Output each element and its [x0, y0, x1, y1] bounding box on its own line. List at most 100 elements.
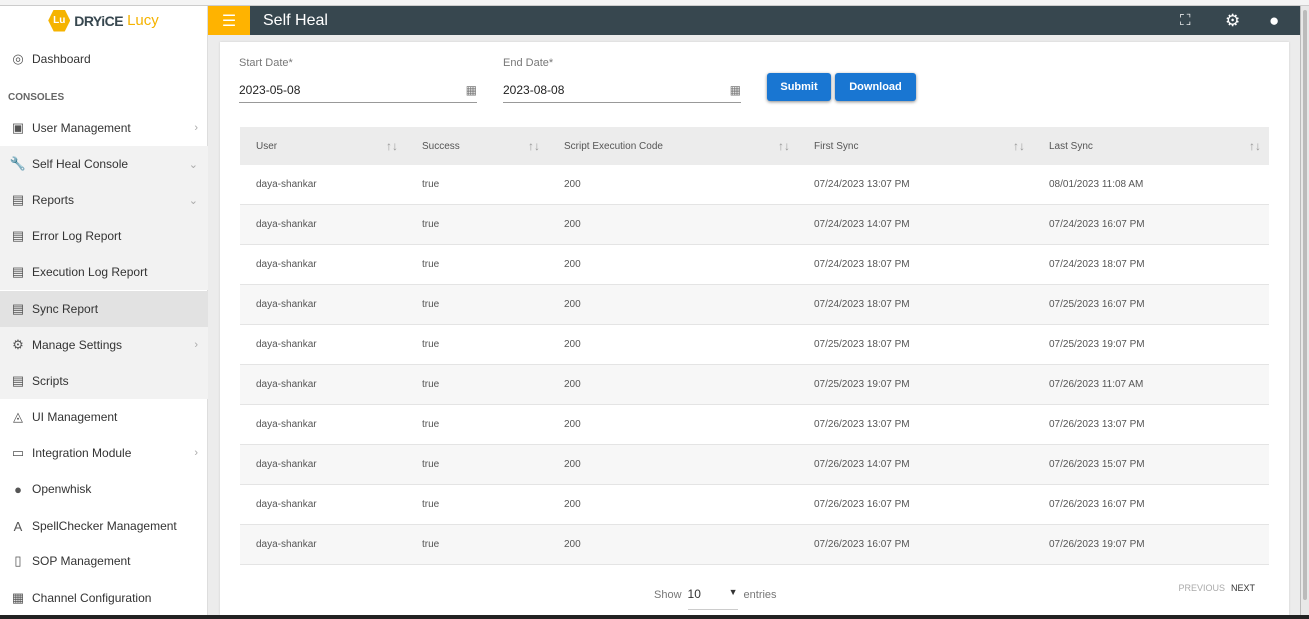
sync-report-table: User ↑↓ Success ↑↓ Script Execution Code ↑↓ Fi…	[240, 127, 1269, 565]
table-row: daya-shankar true 200 07/26/2023 16:07 PM 07…	[240, 485, 1269, 525]
table-cell: 07/25/2023 16:07 PM	[1049, 299, 1145, 310]
user-management-icon: ▣	[11, 120, 25, 135]
start-date-input[interactable]: 2023-05-08	[239, 83, 300, 102]
sort-icon[interactable]: ↑↓	[1013, 139, 1025, 153]
scrollbar[interactable]	[1300, 6, 1309, 615]
table-cell: 07/26/2023 13:07 PM	[814, 419, 910, 430]
sidebar-item-error-log-report[interactable]: ▤ Error Log Report	[0, 218, 208, 254]
end-date-field[interactable]: End Date* 2023-08-08 ▦	[503, 57, 741, 103]
table-row: daya-shankar true 200 07/25/2023 18:07 PM 07…	[240, 325, 1269, 365]
sidebar-item-sop-management[interactable]: ▯ SOP Management	[0, 543, 208, 579]
error-log-report-icon: ▤	[11, 228, 25, 243]
sidebar-item-dashboard[interactable]: ◎ Dashboard	[0, 41, 208, 77]
column-header[interactable]: First Sync ↑↓	[798, 127, 1033, 165]
table-cell: 07/25/2023 19:07 PM	[1049, 339, 1145, 350]
end-date-input[interactable]: 2023-08-08	[503, 83, 564, 102]
table-cell: daya-shankar	[256, 259, 317, 270]
table-cell: 200	[564, 539, 581, 550]
self-heal-console-icon: 🔧	[9, 156, 27, 171]
table-cell: 07/26/2023 16:07 PM	[1049, 499, 1145, 510]
sidebar-item-label: Self Heal Console	[32, 157, 129, 171]
column-header[interactable]: Success ↑↓	[406, 127, 548, 165]
logo-product: Lucy	[127, 12, 159, 29]
chevron-icon: ›	[194, 339, 198, 351]
sidebar-item-ui-management[interactable]: ◬ UI Management	[0, 399, 208, 435]
top-bar: ☰ Self Heal ⛶ ⚙ ●	[208, 6, 1300, 35]
pagination: PREVIOUS NEXT	[1178, 583, 1255, 593]
table-row: daya-shankar true 200 07/24/2023 18:07 PM 07…	[240, 285, 1269, 325]
sidebar-item-integration-module[interactable]: ▭ Integration Module ›	[0, 435, 208, 471]
sop-management-icon: ▯	[14, 553, 22, 568]
previous-button[interactable]: PREVIOUS	[1178, 583, 1225, 593]
page-title: Self Heal	[263, 12, 328, 29]
logo-brand: DRYiCE	[74, 12, 124, 29]
chevron-icon: ›	[194, 122, 198, 134]
sidebar-item-scripts[interactable]: ▤ Scripts	[0, 363, 208, 399]
table-cell: daya-shankar	[256, 219, 317, 230]
column-header-label: Script Execution Code	[564, 140, 663, 152]
menu-icon[interactable]: ☰	[208, 6, 250, 35]
sidebar-item-spellchecker-management[interactable]: A SpellChecker Management	[0, 508, 208, 544]
calendar-icon[interactable]: ▦	[466, 83, 477, 102]
table-cell: daya-shankar	[256, 419, 317, 430]
settings-icon[interactable]: ⚙	[1225, 11, 1240, 31]
submit-button[interactable]: Submit	[767, 73, 831, 101]
table-cell: true	[422, 339, 440, 350]
section-consoles: CONSOLES	[8, 92, 65, 103]
start-date-field[interactable]: Start Date* 2023-05-08 ▦	[239, 57, 477, 103]
column-header[interactable]: User ↑↓	[240, 127, 406, 165]
scripts-icon: ▤	[11, 373, 25, 388]
table-cell: true	[422, 459, 440, 470]
table-cell: daya-shankar	[256, 299, 317, 310]
table-cell: 07/26/2023 11:07 AM	[1049, 379, 1144, 390]
table-cell: true	[422, 299, 440, 310]
sidebar-item-user-management[interactable]: ▣ User Management ›	[0, 110, 208, 146]
account-icon[interactable]: ●	[1269, 11, 1279, 31]
report-card: Start Date* 2023-05-08 ▦ End Date* 2023-0…	[220, 42, 1289, 615]
ui-management-icon: ◬	[13, 409, 23, 424]
sidebar-item-channel-configuration[interactable]: ▦ Channel Configuration	[0, 580, 208, 616]
table-row: daya-shankar true 200 07/26/2023 16:07 PM 07…	[240, 525, 1269, 565]
integration-module-icon: ▭	[11, 445, 25, 460]
fullscreen-icon[interactable]: ⛶	[1180, 12, 1191, 29]
scrollbar-thumb[interactable]	[1303, 10, 1307, 600]
execution-log-report-icon: ▤	[11, 264, 25, 279]
table-cell: 07/24/2023 18:07 PM	[1049, 259, 1145, 270]
table-cell: 07/24/2023 14:07 PM	[814, 219, 910, 230]
table-cell: 200	[564, 419, 581, 430]
table-cell: 200	[564, 179, 581, 190]
column-header-label: User	[256, 140, 278, 152]
column-header[interactable]: Last Sync ↑↓	[1033, 127, 1269, 165]
sort-icon[interactable]: ↑↓	[778, 139, 790, 153]
sidebar-item-sync-report[interactable]: ▤ Sync Report	[0, 291, 208, 327]
sidebar-item-reports[interactable]: ▤ Reports ⌄	[0, 182, 208, 218]
dropdown-arrow-icon: ▼	[728, 587, 738, 597]
table-row: daya-shankar true 200 07/26/2023 14:07 PM 07…	[240, 445, 1269, 485]
table-cell: daya-shankar	[256, 179, 317, 190]
table-cell: daya-shankar	[256, 499, 317, 510]
entries-select[interactable]: 10 ▼	[687, 587, 738, 610]
table-row: daya-shankar true 200 07/26/2023 13:07 PM 07…	[240, 405, 1269, 445]
table-cell: true	[422, 379, 440, 390]
sidebar-item-execution-log-report[interactable]: ▤ Execution Log Report	[0, 254, 208, 290]
sort-icon[interactable]: ↑↓	[386, 139, 398, 153]
column-header-label: First Sync	[814, 140, 859, 152]
sidebar-item-self-heal-console[interactable]: 🔧 Self Heal Console ⌄	[0, 146, 208, 182]
sidebar-item-label: SOP Management	[32, 554, 131, 568]
sidebar-item-label: SpellChecker Management	[32, 519, 177, 533]
sidebar-item-label: Scripts	[32, 374, 69, 388]
sidebar-item-manage-settings[interactable]: ⚙ Manage Settings ›	[0, 327, 208, 363]
table-cell: 200	[564, 219, 581, 230]
sidebar-item-label: Integration Module	[32, 446, 132, 460]
reports-icon: ▤	[11, 192, 25, 207]
column-header[interactable]: Script Execution Code ↑↓	[548, 127, 798, 165]
next-button[interactable]: NEXT	[1231, 583, 1255, 593]
sort-icon[interactable]: ↑↓	[1249, 139, 1261, 153]
download-button[interactable]: Download	[835, 73, 916, 101]
sidebar-item-openwhisk[interactable]: ● Openwhisk	[0, 471, 208, 507]
sort-icon[interactable]: ↑↓	[528, 139, 540, 153]
calendar-icon[interactable]: ▦	[730, 83, 741, 102]
spellchecker-management-icon: A	[13, 518, 23, 534]
table-row: daya-shankar true 200 07/24/2023 14:07 PM 07…	[240, 205, 1269, 245]
sidebar-item-label: Sync Report	[32, 302, 99, 316]
